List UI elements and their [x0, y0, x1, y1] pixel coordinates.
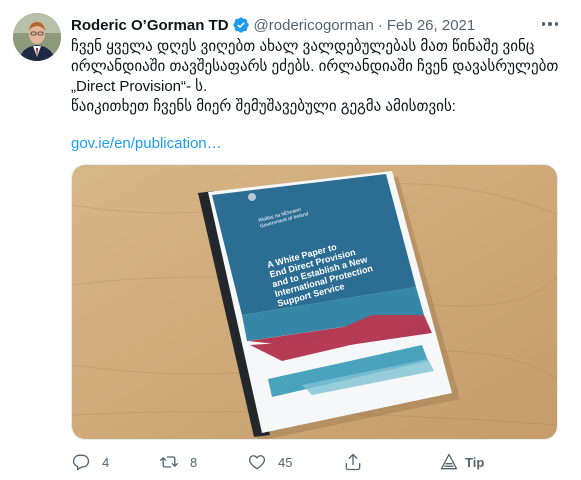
tweet-text-line: ირლანდიაში თავშესაფარს ეძებს. ირლანდიაში…: [71, 58, 559, 75]
tweet-date[interactable]: Feb 26, 2021: [387, 17, 475, 34]
tip-button[interactable]: Tip: [439, 450, 484, 474]
reply-icon: [72, 454, 90, 471]
retweet-button[interactable]: 8: [159, 450, 197, 474]
more-options-icon[interactable]: [538, 16, 562, 32]
tweet-text-line: ჩვენ ყველა დღეს ვიღებთ ახალ ვალდებულებას…: [71, 38, 535, 55]
author-handle[interactable]: @rodericogorman: [254, 17, 374, 34]
verified-badge-icon: [232, 17, 249, 33]
separator-dot: ·: [377, 16, 383, 34]
white-paper-photo: Rialtas na hÉireann Government of Irelan…: [72, 165, 557, 439]
heart-icon: [248, 455, 266, 470]
reply-count: 4: [102, 454, 110, 470]
reply-button[interactable]: 4: [71, 450, 109, 474]
tweet: Roderic O’Gorman TD @rodericogorman · Fe…: [0, 0, 581, 480]
retweet-count: 8: [190, 454, 198, 470]
tweet-actions: 4 8 45 Tip: [71, 450, 491, 474]
tip-label: Tip: [465, 454, 485, 470]
share-button[interactable]: [343, 450, 363, 474]
tweet-photo[interactable]: Rialtas na hÉireann Government of Irelan…: [71, 164, 558, 440]
tweet-text-line: „Direct Provision“- ს.: [71, 78, 208, 95]
like-count: 45: [278, 454, 293, 470]
avatar[interactable]: [13, 13, 61, 61]
like-button[interactable]: 45: [247, 450, 292, 474]
tweet-link[interactable]: gov.ie/en/publication…: [71, 135, 222, 152]
avatar-photo: [13, 13, 61, 61]
tweet-text: ჩვენ ყველა დღეს ვიღებთ ახალ ვალდებულებას…: [71, 37, 571, 117]
tweet-text-line: წაიკითხეთ ჩვენს მიერ შემუშავებული გეგმა …: [71, 98, 456, 115]
tweet-header: Roderic O’Gorman TD @rodericogorman · Fe…: [71, 14, 475, 36]
share-icon: [345, 453, 361, 471]
tip-jar-icon: [440, 453, 458, 470]
retweet-icon: [160, 456, 178, 468]
author-name[interactable]: Roderic O’Gorman TD: [71, 17, 229, 34]
